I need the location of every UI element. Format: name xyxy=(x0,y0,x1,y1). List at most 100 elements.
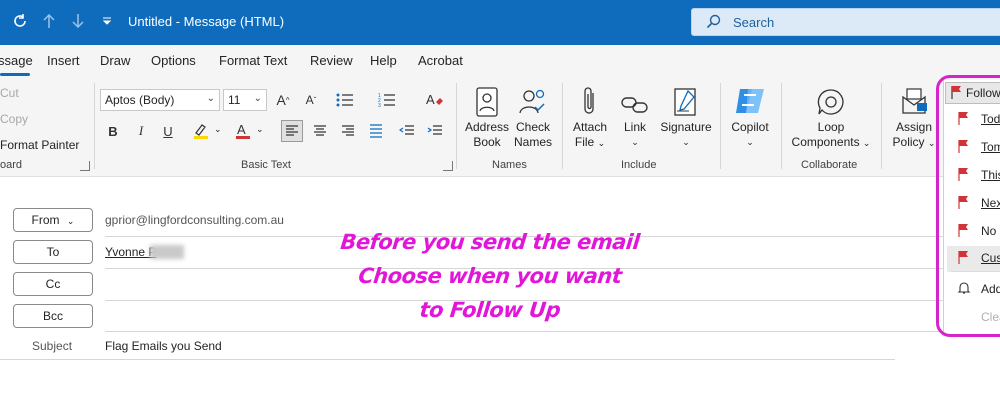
chevron-down-icon: ⌄ xyxy=(206,93,215,104)
ribbon-tabs: ssage Insert Draw Options Format Text Re… xyxy=(0,45,1000,77)
check-names-button[interactable]: Check Names xyxy=(512,83,554,150)
attach-label-1: Attach xyxy=(572,120,608,134)
font-name-dropdown[interactable]: Aptos (Body) ⌄ xyxy=(100,89,220,111)
group-divider xyxy=(456,83,457,169)
font-color-icon[interactable]: A xyxy=(232,120,254,142)
from-label: From xyxy=(31,213,60,227)
link-button[interactable]: Link ⌄ xyxy=(614,83,656,150)
bold-icon[interactable]: B xyxy=(102,120,124,142)
loop-components-button[interactable]: Loop Components ⌄ xyxy=(787,83,875,151)
tab-insert[interactable]: Insert xyxy=(47,53,80,68)
tab-review[interactable]: Review xyxy=(310,53,353,68)
signature-button[interactable]: Signature ⌄ xyxy=(658,83,714,150)
justify-icon[interactable] xyxy=(365,120,387,142)
signature-label: Signature xyxy=(660,120,712,134)
link-icon xyxy=(614,83,656,117)
address-book-button[interactable]: Address Book xyxy=(462,83,512,150)
cc-button[interactable]: Cc xyxy=(13,272,93,296)
arrow-up-icon[interactable] xyxy=(38,10,60,32)
cut-button[interactable]: Cut xyxy=(0,86,19,100)
shrink-font-icon[interactable]: Aˇ xyxy=(300,89,322,111)
customize-toolbar-icon[interactable] xyxy=(96,10,118,32)
group-divider xyxy=(720,83,721,169)
search-placeholder: Search xyxy=(733,15,775,30)
tab-format-text[interactable]: Format Text xyxy=(219,53,287,68)
to-recipient[interactable]: Yvonne P xyxy=(105,245,156,259)
subject-input[interactable]: Flag Emails you Send xyxy=(105,339,222,353)
group-divider xyxy=(881,83,882,169)
chevron-down-icon[interactable]: ⌄ xyxy=(214,124,222,135)
search-input[interactable]: Search xyxy=(691,8,1000,36)
copilot-label: Copilot xyxy=(731,120,769,134)
chevron-down-icon: ⌄ xyxy=(682,137,690,147)
clipboard-group-label: oard xyxy=(0,159,23,171)
clear-formatting-icon[interactable]: A xyxy=(424,89,446,111)
tab-options[interactable]: Options xyxy=(151,53,196,68)
format-painter-button[interactable]: Format Painter xyxy=(0,138,79,152)
field-divider xyxy=(105,331,943,332)
loop-label-2: Components ⌄ xyxy=(791,135,871,149)
numbering-icon[interactable]: 123 xyxy=(376,89,398,111)
font-size-dropdown[interactable]: 11 ⌄ xyxy=(223,89,267,111)
annotation-line-2: Choose when you want xyxy=(357,264,623,288)
window-title: Untitled - Message (HTML) xyxy=(128,14,285,29)
from-address: gprior@lingfordconsulting.com.au xyxy=(105,213,284,227)
follow-up-highlight-outline xyxy=(936,75,1000,337)
ribbon: Cut Copy Format Painter oard Aptos (Body… xyxy=(0,77,1000,177)
copy-button[interactable]: Copy xyxy=(0,112,28,126)
bullets-icon[interactable] xyxy=(334,89,356,111)
address-book-icon xyxy=(462,83,512,117)
tab-message[interactable]: ssage xyxy=(0,53,33,68)
from-button[interactable]: From ⌄ xyxy=(13,208,93,232)
copilot-button[interactable]: Copilot ⌄ xyxy=(726,83,774,150)
chevron-down-icon[interactable]: ⌄ xyxy=(256,124,264,135)
signature-icon xyxy=(658,83,714,117)
italic-icon[interactable]: I xyxy=(130,120,152,142)
field-divider xyxy=(0,359,895,360)
basic-text-group-label: Basic Text xyxy=(241,159,291,171)
grow-font-icon[interactable]: A ^ xyxy=(272,89,294,111)
increase-indent-icon[interactable] xyxy=(424,120,446,142)
assign-policy-icon xyxy=(888,83,940,117)
active-tab-indicator xyxy=(0,73,30,76)
group-divider xyxy=(94,83,95,169)
font-name-value: Aptos (Body) xyxy=(105,93,175,107)
loop-icon xyxy=(787,83,875,117)
align-right-icon[interactable] xyxy=(337,120,359,142)
assign-policy-label-1: Assign xyxy=(895,120,933,134)
redacted-surname xyxy=(150,245,184,259)
paperclip-icon xyxy=(568,83,612,117)
annotation-line-1: Before you send the email xyxy=(339,230,641,254)
tab-acrobat[interactable]: Acrobat xyxy=(418,53,463,68)
chevron-down-icon: ⌄ xyxy=(746,137,754,147)
chevron-down-icon: ⌄ xyxy=(66,216,75,226)
clipboard-launcher-icon[interactable] xyxy=(80,161,90,171)
copilot-icon xyxy=(726,83,774,117)
chevron-down-icon: ⌄ xyxy=(631,137,639,147)
loop-label-1: Loop xyxy=(817,120,845,134)
attach-label-2: File ⌄ xyxy=(574,135,606,149)
decrease-indent-icon[interactable] xyxy=(396,120,418,142)
bcc-button[interactable]: Bcc xyxy=(13,304,93,328)
annotation-line-3: to Follow Up xyxy=(418,298,562,322)
font-size-value: 11 xyxy=(228,93,241,107)
check-names-label-1: Check xyxy=(515,120,550,134)
check-names-label-2: Names xyxy=(513,135,552,149)
title-bar: Untitled - Message (HTML) Search xyxy=(0,0,1000,45)
attach-file-button[interactable]: Attach File ⌄ xyxy=(568,83,612,151)
arrow-down-icon[interactable] xyxy=(67,10,89,32)
highlight-icon[interactable] xyxy=(190,120,212,142)
assign-policy-button[interactable]: Assign Policy ⌄ xyxy=(888,83,940,151)
address-book-label-2: Book xyxy=(473,135,501,149)
group-divider xyxy=(781,83,782,169)
include-group-label: Include xyxy=(621,159,657,171)
underline-icon[interactable]: U xyxy=(157,120,179,142)
svg-text:A: A xyxy=(237,122,246,137)
tab-draw[interactable]: Draw xyxy=(100,53,130,68)
align-left-icon[interactable] xyxy=(281,120,303,142)
tab-help[interactable]: Help xyxy=(370,53,397,68)
align-center-icon[interactable] xyxy=(309,120,331,142)
to-button[interactable]: To xyxy=(13,240,93,264)
refresh-icon[interactable] xyxy=(9,10,31,32)
basic-text-launcher-icon[interactable] xyxy=(443,161,453,171)
